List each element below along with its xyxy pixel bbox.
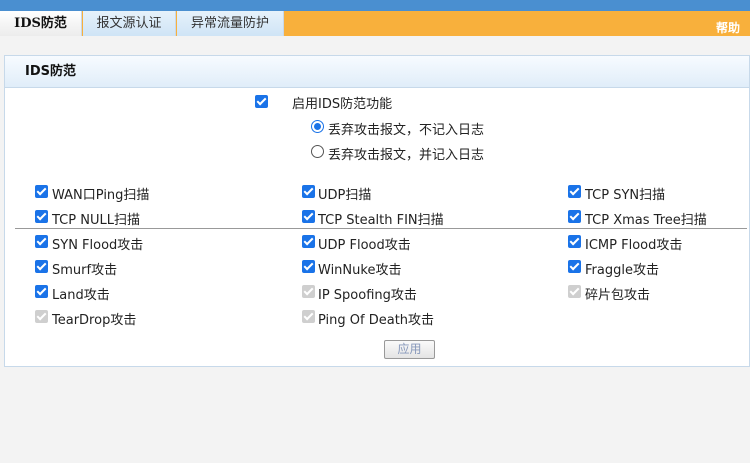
ids-panel: IDS防范 启用IDS防范功能 丢弃攻击报文，不记入日志 丢弃攻击报文，并记入日… xyxy=(4,55,750,367)
tab-bar: IDS防范 报文源认证 异常流量防护 xyxy=(0,11,750,36)
attack-checkbox-disabled xyxy=(568,285,581,298)
attack-checkbox[interactable] xyxy=(302,210,315,223)
radio-drop-no-log[interactable] xyxy=(311,120,324,133)
attack-checkbox[interactable] xyxy=(568,185,581,198)
attack-checkbox[interactable] xyxy=(568,235,581,248)
attack-checkbox-disabled xyxy=(302,310,315,323)
attack-label: 碎片包攻击 xyxy=(585,288,651,303)
attack-label: ICMP Flood攻击 xyxy=(585,238,683,253)
attack-checkbox[interactable] xyxy=(568,210,581,223)
attack-label: Ping Of Death攻击 xyxy=(318,313,435,328)
attack-label: UDP Flood攻击 xyxy=(318,238,411,253)
attack-label: TCP NULL扫描 xyxy=(52,213,140,228)
tab-source-auth[interactable]: 报文源认证 xyxy=(83,11,176,36)
attack-checkbox[interactable] xyxy=(302,260,315,273)
attack-checkbox[interactable] xyxy=(302,185,315,198)
attack-checkbox[interactable] xyxy=(35,185,48,198)
attack-label: TCP Stealth FIN扫描 xyxy=(318,213,444,228)
attack-checkbox[interactable] xyxy=(35,285,48,298)
attack-label: IP Spoofing攻击 xyxy=(318,288,417,303)
panel-title: IDS防范 xyxy=(5,56,749,88)
attack-checkbox[interactable] xyxy=(568,260,581,273)
divider xyxy=(15,228,747,229)
enable-ids-checkbox[interactable] xyxy=(255,95,268,108)
attack-checkbox[interactable] xyxy=(35,260,48,273)
attack-checkbox[interactable] xyxy=(302,235,315,248)
top-strip xyxy=(0,0,750,11)
help-link[interactable]: 帮助 xyxy=(716,19,740,36)
enable-ids-label: 启用IDS防范功能 xyxy=(292,97,393,112)
attack-checkbox-disabled xyxy=(302,285,315,298)
attack-label: WAN口Ping扫描 xyxy=(52,188,150,203)
apply-button[interactable]: 应用 xyxy=(384,340,435,359)
attack-checkbox[interactable] xyxy=(35,210,48,223)
attack-label: WinNuke攻击 xyxy=(318,263,402,278)
attack-label: TearDrop攻击 xyxy=(52,313,137,328)
attack-label: Fraggle攻击 xyxy=(585,263,659,278)
attack-label: UDP扫描 xyxy=(318,188,372,203)
attack-label: SYN Flood攻击 xyxy=(52,238,144,253)
radio-drop-log[interactable] xyxy=(311,145,324,158)
tab-ids[interactable]: IDS防范 xyxy=(0,11,82,36)
attack-label: TCP Xmas Tree扫描 xyxy=(585,213,707,228)
attack-label: Smurf攻击 xyxy=(52,263,118,278)
radio-drop-no-log-label: 丢弃攻击报文，不记入日志 xyxy=(328,123,485,138)
attack-checkbox[interactable] xyxy=(35,235,48,248)
attack-checkbox-disabled xyxy=(35,310,48,323)
radio-drop-log-label: 丢弃攻击报文，并记入日志 xyxy=(328,148,485,163)
attack-label: TCP SYN扫描 xyxy=(585,188,666,203)
attack-label: Land攻击 xyxy=(52,288,110,303)
tab-abnormal-traffic[interactable]: 异常流量防护 xyxy=(177,11,284,36)
